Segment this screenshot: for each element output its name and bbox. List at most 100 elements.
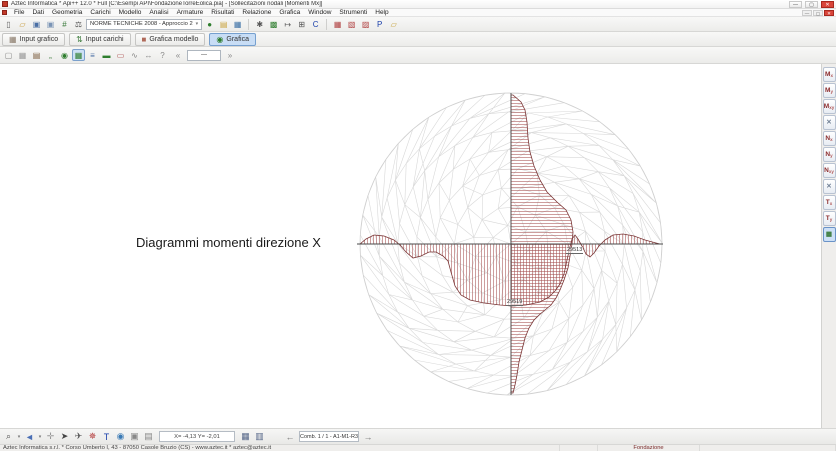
next-view-button[interactable]: » <box>222 49 238 61</box>
legend-icon[interactable]: ▬ <box>100 49 113 61</box>
combination-combo[interactable]: Comb. 1 / 1 - A1-M1-R3 <box>299 431 359 442</box>
fly-over-icon[interactable]: ✈ <box>72 430 85 443</box>
mdi-restore-button[interactable]: ▢ <box>813 10 823 16</box>
menu-analisi[interactable]: Analisi <box>145 9 172 16</box>
diagram-title: Diagrammi momenti direzione X <box>136 235 321 250</box>
menu-geometria[interactable]: Geometria <box>48 9 86 16</box>
select-pointer-icon[interactable]: ➤ <box>58 430 71 443</box>
m-cross-button[interactable]: ✕ <box>823 115 836 130</box>
bottom-toolbar: ⌕▾◄▾✛➤✈✵T◉▣▤ X= -4,13 Y= -2,01 ▦▥ ← Comb… <box>0 428 836 444</box>
tab-input-grafico[interactable]: ▦Input grafico <box>2 33 65 46</box>
graphics-icon: ◉ <box>216 35 223 44</box>
copyright-icon[interactable]: C <box>309 18 322 30</box>
mdi-minimize-button[interactable]: — <box>802 10 812 16</box>
loads-icon: ⇅ <box>76 35 83 44</box>
main-area: Diagrammi momenti direzione X 2951329519… <box>0 64 836 428</box>
curve-icon[interactable]: ∿ <box>128 49 141 61</box>
copy-view-icon[interactable]: ▣ <box>44 18 57 30</box>
tab-grafica[interactable]: ◉Grafica <box>209 33 256 46</box>
layers-icon[interactable]: ▤ <box>217 18 230 30</box>
prev-combination-button[interactable]: ← <box>282 431 298 443</box>
tab-grafica-modello[interactable]: ■Grafica modello <box>135 33 206 46</box>
world-view-icon[interactable]: ◉ <box>114 430 127 443</box>
table-mxy-icon[interactable]: ▨ <box>359 18 372 30</box>
annotations-icon[interactable]: „ <box>44 49 57 61</box>
analysis-icon[interactable]: ▩ <box>267 18 280 30</box>
tab-label: Grafica <box>226 36 249 43</box>
menu-carichi[interactable]: Carichi <box>86 9 114 16</box>
export-icon[interactable]: ↦ <box>281 18 294 30</box>
menu-dati[interactable]: Dati <box>28 9 48 16</box>
new-file-icon[interactable]: ▯ <box>2 18 15 30</box>
snapshot-icon[interactable]: ▣ <box>128 430 141 443</box>
scale-field[interactable]: — <box>187 50 221 61</box>
mxy-button[interactable]: Mxy <box>823 99 836 114</box>
units-icon[interactable]: # <box>58 18 71 30</box>
text-tool-icon[interactable]: T <box>100 430 113 443</box>
blank-view-icon[interactable]: ▢ <box>2 49 15 61</box>
maximize-button[interactable]: ▢ <box>805 1 818 8</box>
drawing-canvas[interactable]: Diagrammi momenti direzione X 2951329519 <box>0 64 821 428</box>
moment-diagram-icon[interactable]: ▦ <box>72 49 85 61</box>
diagram-map-button[interactable]: ▦ <box>823 227 836 242</box>
layered-view-icon[interactable]: ▤ <box>30 49 43 61</box>
prev-view-button[interactable]: « <box>170 49 186 61</box>
status-project-name: Fondazione <box>598 445 700 451</box>
menu-modello[interactable]: Modello <box>115 9 146 16</box>
nx-button[interactable]: Nx <box>823 131 836 146</box>
title-bar: Aztec Informatica * Api++ 12.0 * Full [C… <box>0 0 836 9</box>
norms-scales-icon[interactable]: ⚖ <box>72 18 85 30</box>
print-icon[interactable]: P <box>373 18 386 30</box>
menu-strumenti[interactable]: Strumenti <box>335 9 371 16</box>
render-icon[interactable]: ◉ <box>58 49 71 61</box>
list-results-icon[interactable]: ≡ <box>86 49 99 61</box>
mdi-close-button[interactable]: ✕ <box>824 10 834 16</box>
menu-items: FileDatiGeometriaCarichiModelloAnalisiAr… <box>10 9 393 16</box>
menu-relazione[interactable]: Relazione <box>238 9 275 16</box>
zoom-icon-dropdown[interactable]: ▾ <box>16 434 22 440</box>
grid-toggle-icon[interactable]: ▦ <box>239 430 252 443</box>
report-icon[interactable]: ⊞ <box>295 18 308 30</box>
ty-button[interactable]: Ty <box>823 211 836 226</box>
tools-icon[interactable]: ✱ <box>253 18 266 30</box>
menu-grafica[interactable]: Grafica <box>275 9 304 16</box>
save-view-icon[interactable]: ▣ <box>30 18 43 30</box>
pan-back-icon-dropdown[interactable]: ▾ <box>37 434 43 440</box>
table-mx-icon[interactable]: ▦ <box>331 18 344 30</box>
norms-combo[interactable]: NORME TECNICHE 2008 - Approccio 2 ▾ <box>86 19 202 30</box>
page-setup-icon[interactable]: ▤ <box>142 430 155 443</box>
mx-button[interactable]: Mx <box>823 67 836 82</box>
dimension-icon[interactable]: ↔ <box>142 49 155 61</box>
n-cross-button[interactable]: ✕ <box>823 179 836 194</box>
nxy-button[interactable]: Nxy <box>823 163 836 178</box>
mesh-options-icon[interactable]: ▦ <box>231 18 244 30</box>
menu-window[interactable]: Window <box>304 9 335 16</box>
table-my-icon[interactable]: ▧ <box>345 18 358 30</box>
menu-risultati[interactable]: Risultati <box>207 9 238 16</box>
zoom-icon[interactable]: ⌕ <box>2 430 15 443</box>
menu-help[interactable]: Help <box>371 9 392 16</box>
tx-button[interactable]: Tx <box>823 195 836 210</box>
ny-button[interactable]: Ny <box>823 147 836 162</box>
menu-armature[interactable]: Armature <box>173 9 208 16</box>
pan-back-icon[interactable]: ◄ <box>23 430 36 443</box>
hand-pan-icon[interactable]: ✛ <box>44 430 57 443</box>
materials-icon[interactable]: ● <box>203 18 216 30</box>
my-button[interactable]: My <box>823 83 836 98</box>
document-icon <box>2 10 7 15</box>
menu-bar: FileDatiGeometriaCarichiModelloAnalisiAr… <box>0 9 836 17</box>
help-pointer-icon[interactable]: ? <box>156 49 169 61</box>
explode-icon[interactable]: ✵ <box>86 430 99 443</box>
cursor-coordinates: X= -4,13 Y= -2,01 <box>159 431 235 442</box>
tab-input-carichi[interactable]: ⇅Input carichi <box>69 33 130 46</box>
view-toolbar: ▢▦▤„◉▦≡▬▭∿↔? « — » <box>0 47 836 64</box>
section-icon[interactable]: ▭ <box>114 49 127 61</box>
paste-icon[interactable]: ▱ <box>387 18 400 30</box>
table-toggle-icon[interactable]: ▥ <box>253 430 266 443</box>
next-combination-button[interactable]: → <box>360 431 376 443</box>
minimize-button[interactable]: — <box>789 1 802 8</box>
menu-file[interactable]: File <box>10 9 28 16</box>
close-button[interactable]: ✕ <box>821 1 834 8</box>
open-file-icon[interactable]: ▱ <box>16 18 29 30</box>
node-grid-icon[interactable]: ▦ <box>16 49 29 61</box>
